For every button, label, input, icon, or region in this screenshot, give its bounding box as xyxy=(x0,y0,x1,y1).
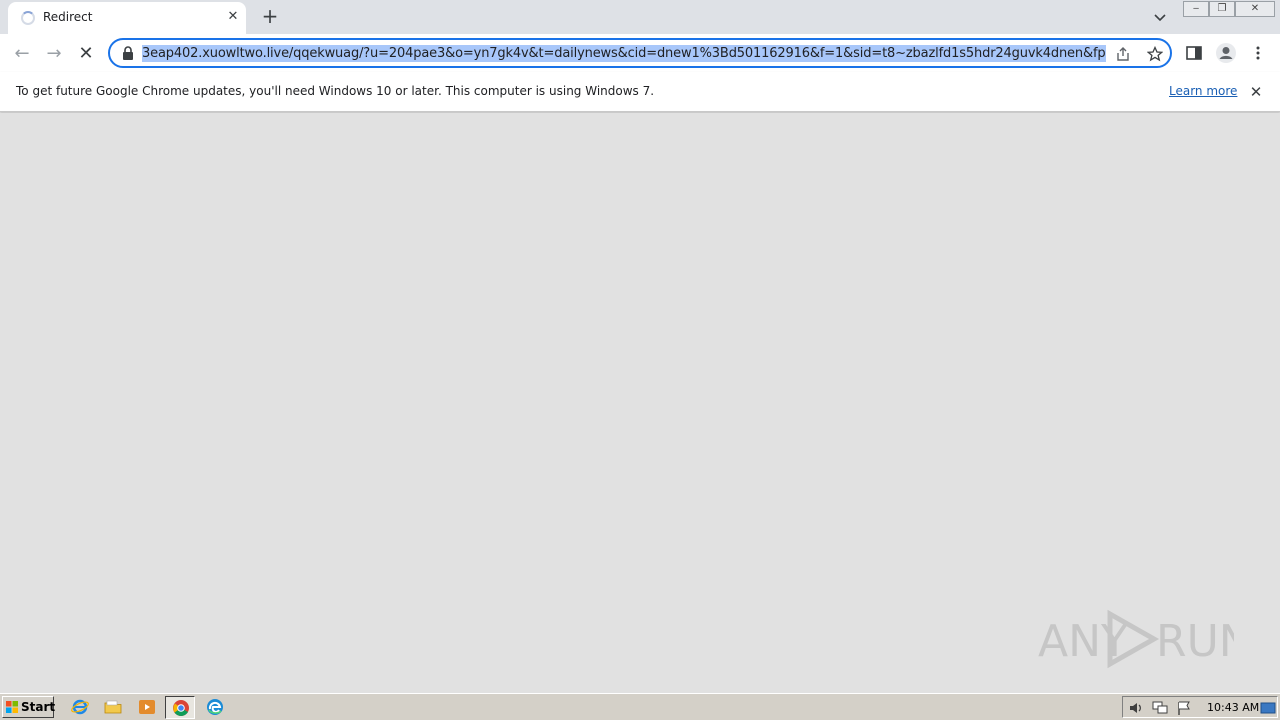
loading-spinner-icon xyxy=(21,11,35,25)
action-center-flag-icon[interactable] xyxy=(1176,700,1192,716)
taskbar-clock[interactable]: 10:43 AM xyxy=(1207,701,1259,714)
forward-button[interactable]: → xyxy=(41,41,67,67)
kebab-menu-icon[interactable] xyxy=(1249,44,1267,62)
windows-flag-icon xyxy=(6,701,18,713)
tab-redirect[interactable]: Redirect ✕ xyxy=(8,2,246,34)
address-bar[interactable]: 3eap402.xuowltwo.live/qqekwuag/?u=204pae… xyxy=(108,38,1172,68)
profile-icon[interactable] xyxy=(1215,42,1237,64)
url-text[interactable]: 3eap402.xuowltwo.live/qqekwuag/?u=204pae… xyxy=(142,45,1106,62)
tab-strip: Redirect ✕ + ‒ ❐ ✕ xyxy=(0,0,1280,34)
volume-icon[interactable] xyxy=(1128,700,1144,716)
infobar-message: To get future Google Chrome updates, you… xyxy=(16,84,655,98)
tab-close-icon[interactable]: ✕ xyxy=(226,10,240,24)
edge-icon[interactable] xyxy=(206,698,224,716)
media-player-icon[interactable] xyxy=(138,698,156,716)
learn-more-link[interactable]: Learn more xyxy=(1169,84,1237,98)
star-icon[interactable] xyxy=(1147,46,1163,62)
internet-explorer-icon[interactable] xyxy=(71,698,89,716)
back-button[interactable]: ← xyxy=(9,41,35,67)
side-panel-icon[interactable] xyxy=(1185,44,1203,62)
show-desktop-icon[interactable] xyxy=(1260,700,1276,716)
chrome-taskbar-button[interactable] xyxy=(165,696,195,719)
browser-toolbar: ← → ✕ 3eap402.xuowltwo.live/qqekwuag/?u=… xyxy=(0,34,1280,72)
close-window-button[interactable]: ✕ xyxy=(1235,1,1275,17)
anyrun-watermark-logo: ANY RUN xyxy=(1038,609,1234,669)
tab-search-chevron-icon[interactable] xyxy=(1152,9,1168,25)
share-icon[interactable] xyxy=(1115,46,1131,62)
lock-icon[interactable] xyxy=(122,46,134,60)
page-content xyxy=(0,113,1280,693)
system-tray: 10:43 AM xyxy=(1122,696,1278,718)
network-icon[interactable] xyxy=(1152,700,1168,716)
windows-taskbar: Start 10:43 AM xyxy=(0,693,1280,720)
start-button[interactable]: Start xyxy=(2,696,56,718)
stop-loading-button[interactable]: ✕ xyxy=(73,41,99,67)
minimize-button[interactable]: ‒ xyxy=(1183,1,1209,17)
tab-title: Redirect xyxy=(43,10,93,24)
watermark-text-right: RUN xyxy=(1156,616,1234,667)
chrome-icon xyxy=(173,700,189,716)
update-infobar: To get future Google Chrome updates, you… xyxy=(0,72,1280,112)
restore-button[interactable]: ❐ xyxy=(1209,1,1235,17)
start-label: Start xyxy=(21,700,56,714)
infobar-close-icon[interactable]: ✕ xyxy=(1248,84,1264,100)
new-tab-button[interactable]: + xyxy=(259,6,281,28)
folder-icon[interactable] xyxy=(104,698,122,716)
